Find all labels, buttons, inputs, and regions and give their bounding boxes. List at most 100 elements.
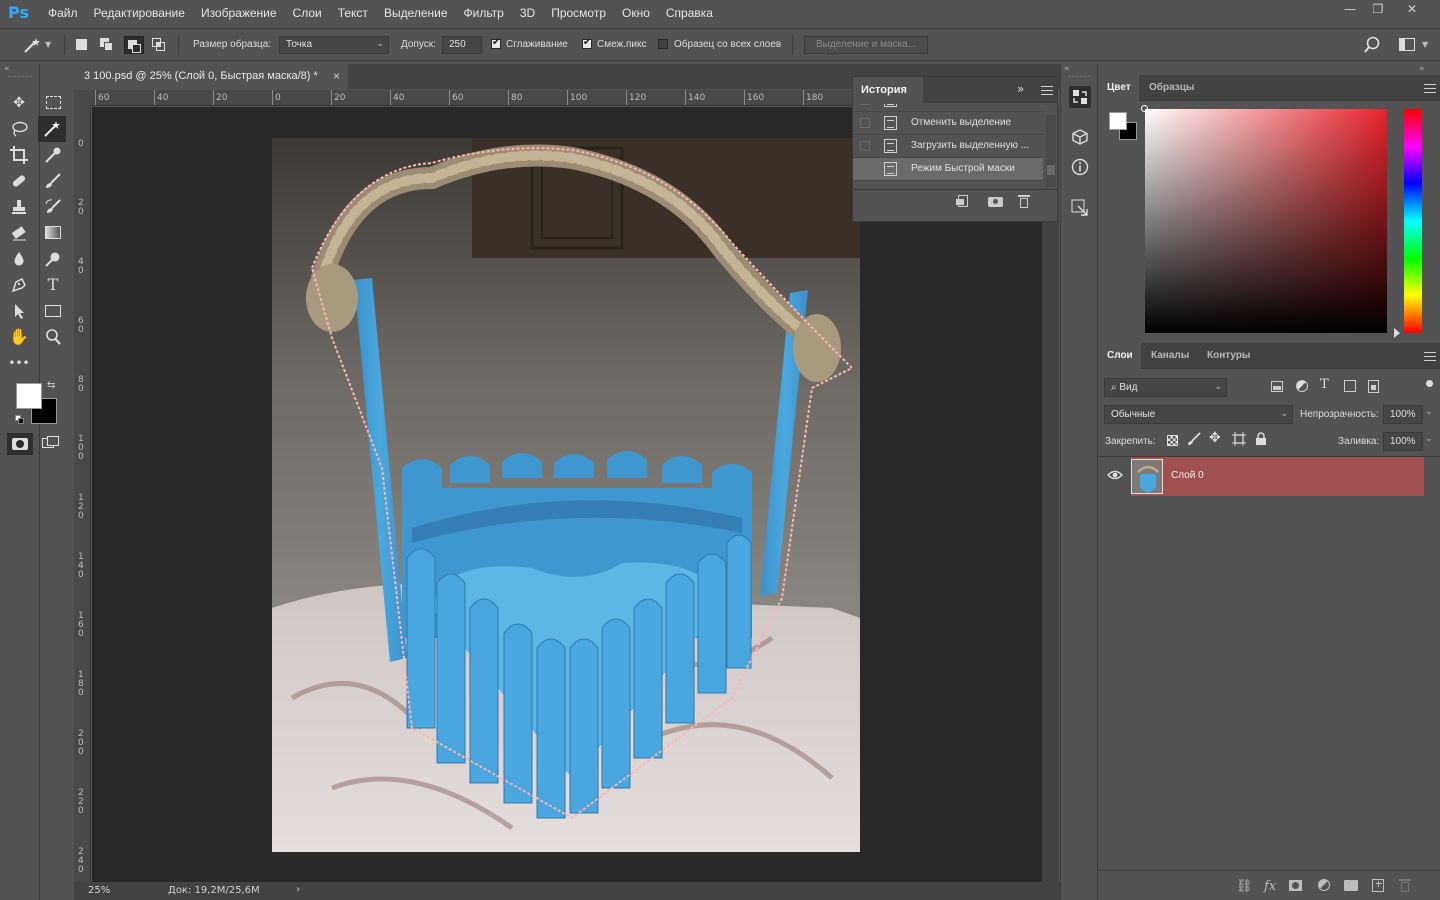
type-tool-icon[interactable]: T	[41, 274, 65, 296]
search-icon[interactable]	[1364, 35, 1384, 55]
restore-button[interactable]: ❐	[1362, 0, 1394, 18]
subtract-selection-icon[interactable]	[124, 36, 144, 54]
lock-position-icon[interactable]: ✥	[1209, 430, 1221, 446]
panel-menu-icon[interactable]	[1424, 84, 1436, 93]
link-layers-icon[interactable]: ⛓	[1236, 879, 1253, 894]
history-item[interactable]: Отменить выделение	[853, 112, 1043, 135]
clone-stamp-tool-icon[interactable]	[7, 196, 31, 218]
all-layers-checkbox[interactable]	[658, 39, 668, 49]
menu-item-4[interactable]: Текст	[330, 0, 376, 26]
filter-adjustment-layers-icon[interactable]	[1296, 380, 1308, 392]
marquee-tool-icon[interactable]	[41, 92, 65, 114]
layer-filter-select[interactable]: ⌕ Вид ⌄	[1104, 378, 1227, 397]
panel-menu-icon[interactable]	[1041, 86, 1053, 95]
close-window-button[interactable]: ✕	[1396, 0, 1428, 18]
info-icon[interactable]	[1069, 156, 1091, 178]
foreground-color-swatch[interactable]	[16, 383, 42, 409]
menu-item-10[interactable]: Справка	[658, 0, 721, 26]
rectangle-tool-icon[interactable]	[41, 300, 65, 322]
foreground-color-swatch[interactable]	[1109, 112, 1127, 130]
move-tool-icon[interactable]: ✥	[7, 92, 31, 114]
gradient-tool-icon[interactable]	[41, 222, 65, 244]
select-and-mask-button[interactable]: Выделение и маска...	[804, 36, 928, 54]
layer-style-fx-icon[interactable]: fx	[1264, 879, 1276, 894]
anti-alias-checkbox[interactable]	[491, 37, 501, 49]
lock-image-pixels-icon[interactable]	[1187, 432, 1201, 449]
chevron-down-icon[interactable]: ▼	[45, 40, 51, 49]
swap-colors-icon[interactable]: ⇆	[47, 380, 55, 391]
tolerance-input[interactable]: 250	[442, 36, 482, 54]
menu-item-3[interactable]: Слои	[285, 0, 330, 26]
collapse-arrows-icon[interactable]: «	[4, 64, 10, 74]
filter-smart-objects-icon[interactable]	[1368, 380, 1379, 393]
expand-arrows-icon[interactable]: »	[1419, 64, 1425, 74]
history-item[interactable]: Загрузить выделенную ...	[853, 135, 1043, 158]
history-item[interactable]: Режим Быстрой маски	[853, 158, 1043, 181]
tab-layers[interactable]: Слои	[1099, 343, 1141, 369]
menu-item-7[interactable]: 3D	[512, 0, 543, 26]
zoom-level[interactable]: 25%	[88, 885, 110, 896]
eyedropper-tool-icon[interactable]	[41, 144, 65, 166]
dodge-tool-icon[interactable]	[41, 248, 65, 270]
eye-visibility-icon[interactable]	[1107, 469, 1123, 481]
eraser-tool-icon[interactable]	[7, 222, 31, 244]
history-snapshot-checkbox[interactable]	[860, 141, 870, 151]
history-item[interactable]: Волшебная палочка	[853, 104, 1043, 112]
hue-slider-handle[interactable]	[1394, 328, 1400, 338]
new-document-from-state-icon[interactable]	[956, 195, 970, 207]
new-group-folder-icon[interactable]	[1344, 880, 1358, 891]
trash-icon[interactable]	[1018, 194, 1030, 208]
delete-layer-trash-icon[interactable]	[1399, 878, 1411, 892]
filter-pixel-layers-icon[interactable]	[1271, 381, 1283, 392]
brush-tool-icon[interactable]	[41, 170, 65, 192]
menu-item-0[interactable]: Файл	[40, 0, 86, 26]
history-snapshot-checkbox[interactable]	[860, 118, 870, 128]
vertical-scrollbar[interactable]	[1042, 107, 1059, 882]
intersect-selection-icon[interactable]	[152, 38, 166, 52]
menu-item-2[interactable]: Изображение	[193, 0, 285, 26]
panel-menu-icon[interactable]	[1424, 352, 1436, 361]
opacity-input[interactable]: 100%	[1383, 405, 1423, 424]
hand-tool-icon[interactable]: ✋	[7, 326, 31, 348]
menu-item-8[interactable]: Просмотр	[543, 0, 614, 26]
chevron-down-icon[interactable]: ⌄	[1425, 407, 1433, 417]
new-layer-icon[interactable]	[1372, 879, 1384, 892]
crop-tool-icon[interactable]	[7, 144, 31, 166]
menu-item-6[interactable]: Фильтр	[456, 0, 512, 26]
tab-history[interactable]: История	[853, 77, 923, 103]
filter-shape-layers-icon[interactable]	[1344, 380, 1356, 392]
new-selection-icon[interactable]	[76, 39, 87, 50]
fill-input[interactable]: 100%	[1383, 432, 1423, 451]
blur-tool-icon[interactable]	[7, 248, 31, 270]
zoom-tool-icon[interactable]	[41, 326, 65, 348]
new-adjustment-layer-icon[interactable]	[1318, 879, 1330, 891]
filter-type-layers-icon[interactable]: T	[1320, 377, 1329, 392]
quick-mask-icon[interactable]	[7, 433, 33, 455]
contiguous-checkbox[interactable]	[582, 37, 592, 49]
blend-mode-select[interactable]: Обычные ⌄	[1104, 405, 1293, 424]
document-tab[interactable]: 3 100.psd @ 25% (Слой 0, Быстрая маска/8…	[74, 64, 348, 89]
history-brush-tool-icon[interactable]	[41, 196, 65, 218]
layer-name[interactable]: Слой 0	[1171, 470, 1204, 481]
close-tab-icon[interactable]: ×	[333, 69, 340, 83]
history-scrollbar[interactable]	[1046, 115, 1056, 187]
history-snapshot-checkbox[interactable]	[860, 164, 870, 174]
magic-wand-tool-icon[interactable]	[38, 116, 66, 142]
lock-artboard-icon[interactable]	[1232, 432, 1246, 449]
magic-wand-preset-icon[interactable]	[22, 36, 42, 54]
layer-row[interactable]: Слой 0	[1131, 457, 1424, 496]
collapse-arrows-icon[interactable]: «	[1064, 64, 1070, 74]
chevron-down-icon[interactable]: ▼	[1422, 40, 1428, 49]
tab-channels[interactable]: Каналы	[1143, 343, 1197, 369]
tab-swatches[interactable]: Образцы	[1141, 75, 1202, 101]
path-selection-tool-icon[interactable]	[7, 300, 31, 322]
screen-mode-icon[interactable]	[42, 436, 62, 452]
more-tools-icon[interactable]: •••	[7, 352, 31, 374]
image-canvas[interactable]	[272, 138, 860, 852]
3d-panel-icon[interactable]	[1069, 126, 1091, 148]
tab-color[interactable]: Цвет	[1099, 75, 1139, 101]
menu-item-1[interactable]: Редактирование	[86, 0, 193, 26]
history-snapshot-checkbox[interactable]	[860, 104, 870, 105]
add-selection-icon[interactable]	[100, 38, 114, 52]
lock-all-icon[interactable]	[1255, 432, 1267, 449]
